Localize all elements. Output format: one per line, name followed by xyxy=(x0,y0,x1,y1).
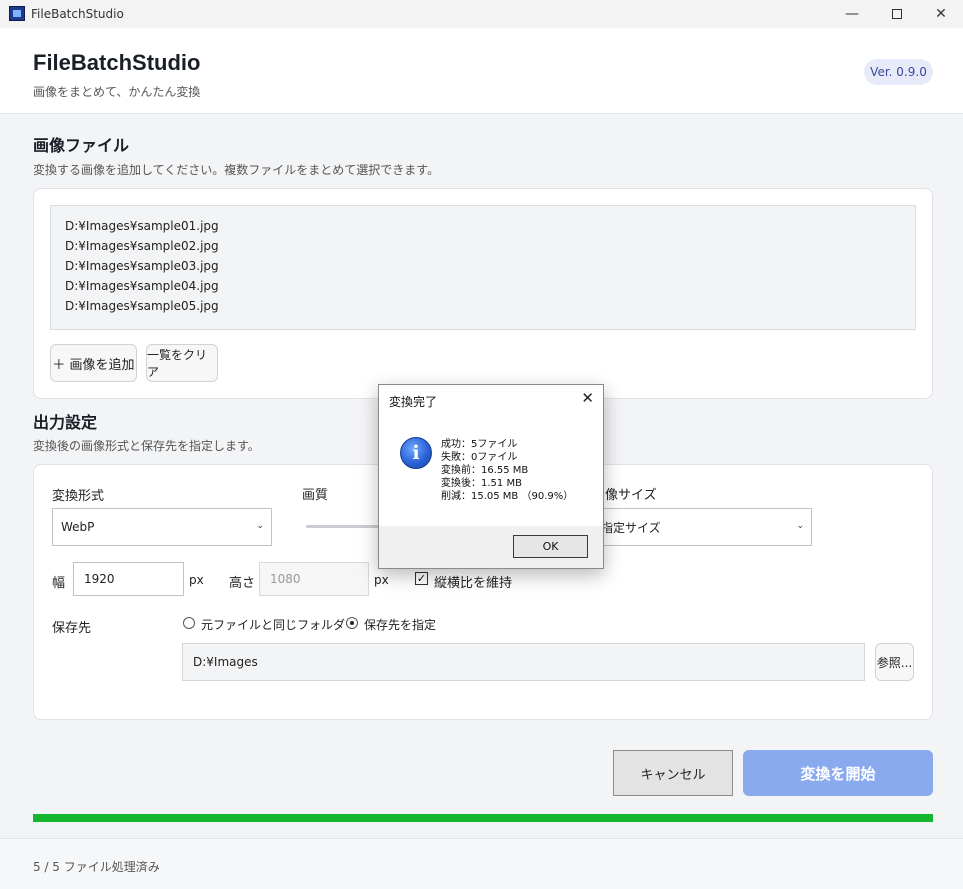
chevron-down-icon: ⌄ xyxy=(256,521,264,531)
browse-button[interactable]: 参照... xyxy=(875,643,914,681)
dialog-line-success: 成功：5ファイル xyxy=(441,439,518,450)
list-item[interactable]: D:¥Images¥sample02.jpg xyxy=(65,238,901,258)
height-input[interactable]: 1080 xyxy=(259,562,369,596)
version-badge: Ver. 0.9.0 xyxy=(864,59,933,85)
output-section-title: 出力設定 xyxy=(33,413,98,432)
format-label: 変換形式 xyxy=(52,489,105,504)
window-title: FileBatchStudio xyxy=(31,7,124,21)
dialog-footer: OK xyxy=(379,526,603,568)
list-item[interactable]: D:¥Images¥sample01.jpg xyxy=(65,218,901,238)
format-select-value: WebP xyxy=(61,520,95,534)
start-conversion-button[interactable]: 変換を開始 xyxy=(743,750,933,796)
dialog-line-after: 変換後：1.51 MB xyxy=(441,478,522,489)
keep-ratio-checkbox[interactable]: ✓ xyxy=(415,572,428,585)
progress-bar xyxy=(33,814,933,822)
add-image-button[interactable]: ＋ 画像を追加 xyxy=(50,344,137,382)
conversion-complete-dialog: 変換完了 ✕ i 成功：5ファイル 失敗：0ファイル 変換前：16.55 MB … xyxy=(378,384,604,569)
close-button[interactable]: ✕ xyxy=(918,0,963,28)
width-label: 幅 xyxy=(52,576,66,591)
output-section-description: 変換後の画像形式と保存先を指定します。 xyxy=(33,439,260,453)
width-input[interactable]: 1920 xyxy=(73,562,184,596)
file-list[interactable]: D:¥Images¥sample01.jpg D:¥Images¥sample0… xyxy=(50,205,916,330)
dialog-title: 変換完了 xyxy=(389,395,438,409)
destination-path-input[interactable]: D:¥Images xyxy=(182,643,865,681)
clear-list-button[interactable]: 一覧をクリア xyxy=(146,344,218,382)
radio-same-folder-label: 元ファイルと同じフォルダー xyxy=(201,618,358,632)
dialog-message: 成功：5ファイル 失敗：0ファイル 変換前：16.55 MB 変換後：1.51 … xyxy=(441,439,573,504)
progress-fill xyxy=(33,814,933,822)
app-header: FileBatchStudio 画像をまとめて、かんたん変換 Ver. 0.9.… xyxy=(0,28,963,114)
images-section-title: 画像ファイル xyxy=(33,136,130,155)
app-name: FileBatchStudio xyxy=(33,50,201,75)
status-text: 5 / 5 ファイル処理済み xyxy=(33,860,160,874)
keep-ratio-label: 縦横比を維持 xyxy=(434,576,513,591)
chevron-down-icon: ⌄ xyxy=(796,521,804,531)
dialog-close-icon[interactable]: ✕ xyxy=(581,389,594,407)
size-select-value: 指定サイズ xyxy=(601,520,661,535)
ok-button[interactable]: OK xyxy=(513,535,588,558)
quality-slider[interactable] xyxy=(306,525,386,528)
height-unit: px xyxy=(374,573,389,587)
list-item[interactable]: D:¥Images¥sample04.jpg xyxy=(65,278,901,298)
radio-custom-destination-label: 保存先を指定 xyxy=(364,618,437,632)
radio-same-folder[interactable] xyxy=(183,617,195,629)
maximize-icon xyxy=(892,9,902,19)
height-label: 高さ xyxy=(229,576,256,591)
dialog-line-failed: 失敗：0ファイル xyxy=(441,452,518,463)
minimize-button[interactable]: — xyxy=(829,0,875,28)
size-select[interactable]: 指定サイズ ⌄ xyxy=(592,508,812,546)
maximize-button[interactable] xyxy=(874,0,920,28)
check-icon: ✓ xyxy=(416,572,427,585)
images-section-description: 変換する画像を追加してください。複数ファイルをまとめて選択できます。 xyxy=(33,163,440,177)
close-icon: ✕ xyxy=(935,6,947,22)
quality-label: 画質 xyxy=(302,488,329,503)
width-unit: px xyxy=(189,573,204,587)
cancel-button[interactable]: キャンセル xyxy=(613,750,733,796)
title-bar: FileBatchStudio — ✕ xyxy=(0,0,963,28)
dialog-body: i 成功：5ファイル 失敗：0ファイル 変換前：16.55 MB 変換後：1.5… xyxy=(379,415,603,526)
dialog-line-reduction: 削減：15.05 MB （90.9%） xyxy=(441,491,574,502)
info-icon: i xyxy=(400,437,432,469)
app-subtitle: 画像をまとめて、かんたん変換 xyxy=(33,85,201,99)
format-select[interactable]: WebP ⌄ xyxy=(52,508,272,546)
minimize-icon: — xyxy=(845,6,859,22)
radio-custom-destination[interactable] xyxy=(346,617,358,629)
list-item[interactable]: D:¥Images¥sample03.jpg xyxy=(65,258,901,278)
status-bar: 5 / 5 ファイル処理済み xyxy=(0,838,963,889)
dialog-line-before: 変換前：16.55 MB xyxy=(441,465,529,476)
list-item[interactable]: D:¥Images¥sample05.jpg xyxy=(65,298,901,318)
app-icon xyxy=(9,6,25,21)
destination-label: 保存先 xyxy=(52,621,92,636)
